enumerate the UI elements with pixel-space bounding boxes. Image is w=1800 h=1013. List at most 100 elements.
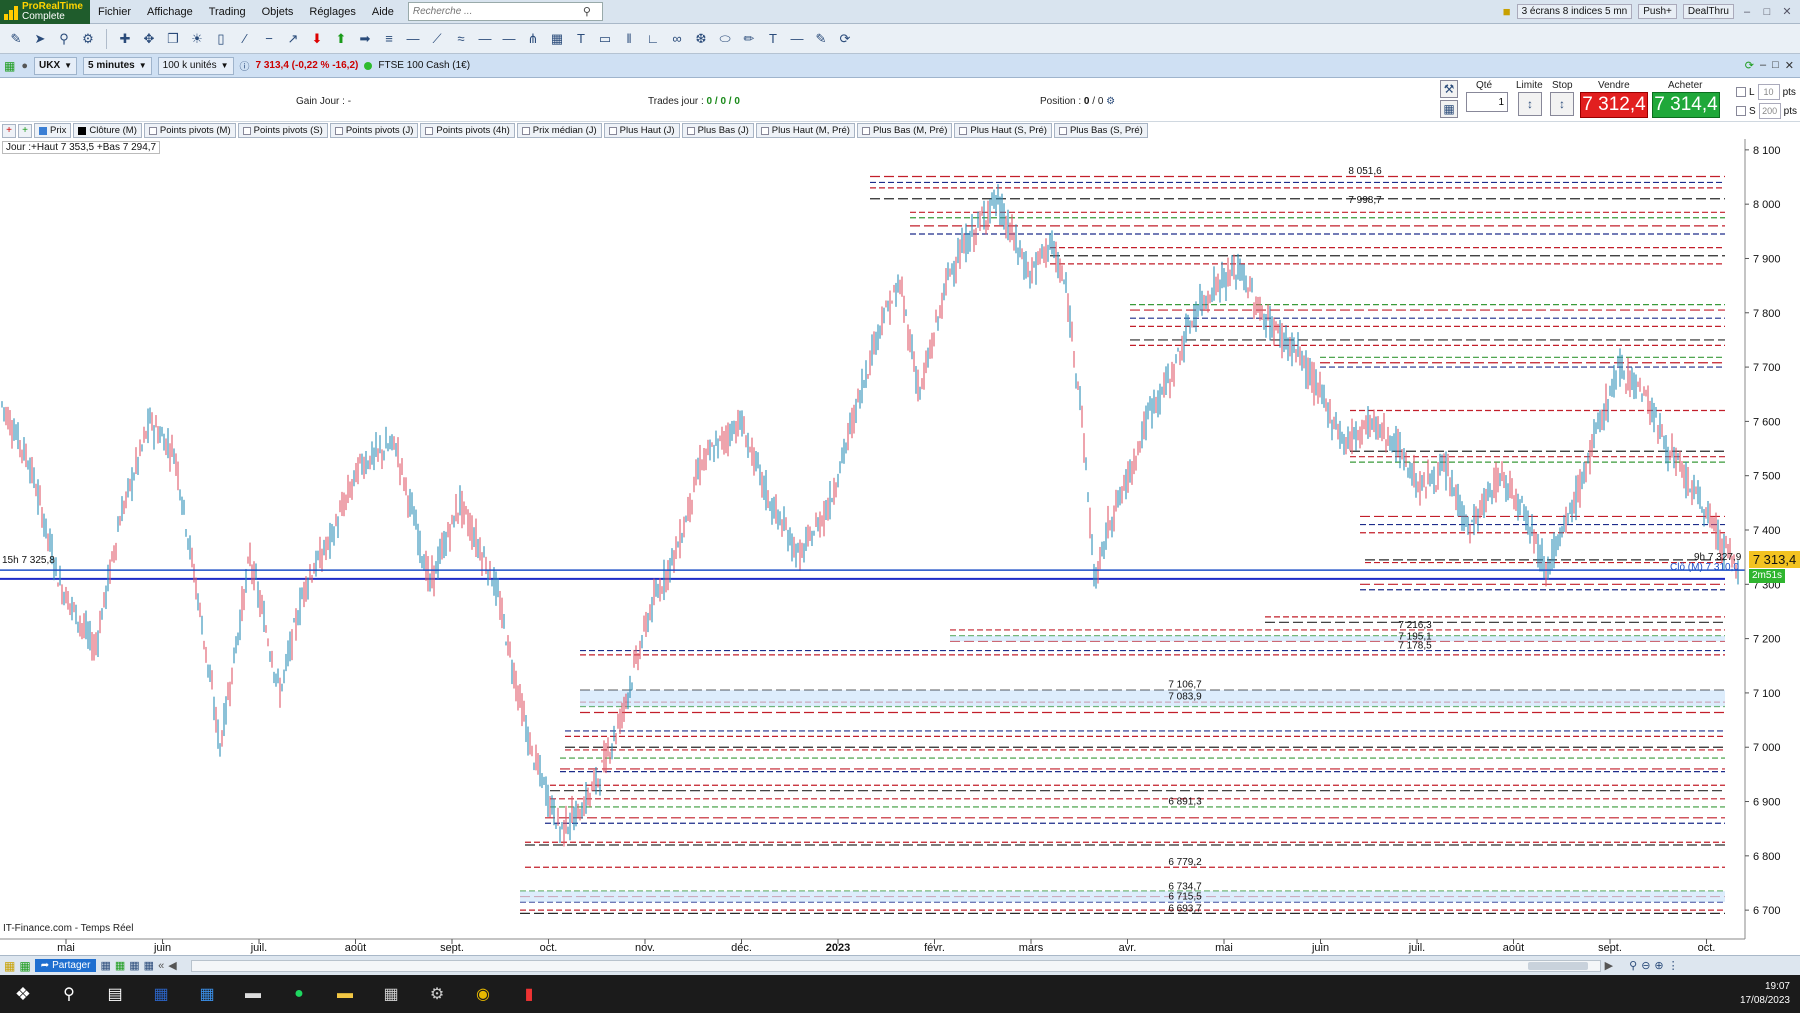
link-icon[interactable]: ▦ (4, 59, 15, 73)
chart-canvas[interactable]: 8 051,67 998,77 216,37 195,17 178,57 106… (0, 139, 1800, 955)
order-line-icon[interactable]: ✎ (811, 29, 831, 49)
indicator-checkbox[interactable] (686, 126, 695, 135)
folder-icon[interactable]: ▬ (322, 975, 368, 1013)
search-input[interactable] (412, 6, 583, 17)
zoom-fit-icon[interactable]: ⚲ (1629, 959, 1637, 972)
cycle-icon[interactable]: ∞ (667, 29, 687, 49)
export-icon[interactable]: ▦ (144, 959, 154, 972)
level-line-icon[interactable]: — (787, 29, 807, 49)
sell-button[interactable]: 7 312,4 (1580, 92, 1648, 118)
qty-input[interactable] (1466, 92, 1508, 112)
indicator-checkbox[interactable] (608, 126, 617, 135)
calculator-icon[interactable]: ▦ (368, 975, 414, 1013)
indicator-color-swatch[interactable] (78, 126, 87, 135)
prorealtime-taskbar-icon[interactable]: ▮ (506, 975, 552, 1013)
trendline-icon[interactable]: ↗ (283, 29, 303, 49)
line-tool-icon[interactable]: ∕ (235, 29, 255, 49)
buy-button[interactable]: 7 314,4 (1652, 92, 1720, 118)
fibonacci-icon[interactable]: ≈ (451, 29, 471, 49)
ray-icon-2[interactable]: ― (499, 29, 519, 49)
rewind-icon[interactable]: « (158, 960, 164, 972)
indicator-chip[interactable]: Prix médian (J) (516, 123, 602, 138)
crosshair-icon[interactable]: ✚ (115, 29, 135, 49)
add-indicator-icon-2[interactable]: + (18, 123, 32, 138)
indicator-checkbox[interactable] (425, 126, 434, 135)
short-pts-input[interactable]: 200 (1758, 103, 1781, 119)
brush-icon[interactable]: ✏ (739, 29, 759, 49)
position-settings-icon[interactable]: ⚙ (1106, 96, 1115, 107)
indicator-chip[interactable]: Points pivots (S) (237, 123, 328, 138)
indicator-chip[interactable]: Clôture (M) (73, 123, 142, 138)
minimize-icon[interactable]: – (1740, 6, 1754, 18)
ellipse-icon[interactable]: ⬭ (715, 29, 735, 49)
chrome-icon[interactable]: ◉ (460, 975, 506, 1013)
trash-icon[interactable]: ▯ (211, 29, 231, 49)
chart-minimize-icon[interactable]: – (1760, 59, 1766, 72)
share-button[interactable]: ➦ Partager (34, 959, 97, 972)
indicator-checkbox[interactable] (521, 126, 530, 135)
lock-icon[interactable]: ● (21, 60, 28, 72)
limit-order-button[interactable]: ↕ (1518, 92, 1542, 116)
scrollbar-thumb[interactable] (1527, 961, 1588, 970)
regression-icon[interactable]: ∟ (643, 29, 663, 49)
indicator-chip[interactable]: Points pivots (4h) (420, 123, 515, 138)
table-icon[interactable]: ▦ (115, 959, 125, 972)
spotify-icon[interactable]: ● (276, 975, 322, 1013)
push-button[interactable]: Push+ (1638, 4, 1677, 19)
chart-close-icon[interactable]: ✕ (1785, 59, 1794, 72)
chart-scrollbar[interactable] (190, 959, 1601, 972)
files-icon[interactable]: ▬ (230, 975, 276, 1013)
arrow-up-icon[interactable]: ⬆ (331, 29, 351, 49)
search-icon[interactable]: ⚲ (46, 975, 92, 1013)
magnifier-icon[interactable]: ⚲ (54, 29, 74, 49)
layout-icon[interactable]: ▦ (100, 959, 110, 972)
indicator-chip[interactable]: Plus Haut (S, Pré) (954, 123, 1052, 138)
move-icon[interactable]: ✥ (139, 29, 159, 49)
ruler-icon[interactable]: ⚙ (78, 29, 98, 49)
indicator-checkbox[interactable] (334, 126, 343, 135)
price-chart[interactable]: 8 051,6 7 998,7 7 216,3 7 195,1 7 178,5 7 106… (0, 139, 1800, 954)
indicator-chip[interactable]: Points pivots (M) (143, 123, 236, 138)
workspace-icon[interactable]: ■ (1503, 4, 1511, 19)
task-view-icon[interactable]: ▤ (92, 975, 138, 1013)
indicator-chip[interactable]: Points pivots (J) (329, 123, 419, 138)
indicator-checkbox[interactable] (148, 126, 157, 135)
text-icon[interactable]: T (571, 29, 591, 49)
indicator-checkbox[interactable] (242, 126, 251, 135)
windows-start-icon[interactable]: ❖ (0, 975, 46, 1013)
refresh-icon[interactable]: ⟳ (835, 29, 855, 49)
units-selector[interactable]: 100 k unités ▼ (157, 56, 234, 75)
app-icon[interactable]: ▦ (184, 975, 230, 1013)
stop-order-button[interactable]: ↕ (1550, 92, 1574, 116)
parallel-icon[interactable]: ‖ (619, 29, 639, 49)
indicator-icon[interactable]: ▦ (4, 959, 15, 973)
menu-trading[interactable]: Trading (201, 6, 254, 18)
alert-icon[interactable]: ☀ (187, 29, 207, 49)
menu-fichier[interactable]: Fichier (90, 6, 139, 18)
menu-reglages[interactable]: Réglages (301, 6, 363, 18)
indicator-checkbox[interactable] (1058, 126, 1067, 135)
indicator-chip[interactable]: Plus Bas (M, Pré) (856, 123, 953, 138)
print-icon[interactable]: ▦ (129, 959, 139, 972)
search-icon[interactable]: ⚲ (583, 5, 591, 18)
pitchfork-icon[interactable]: ⋔ (523, 29, 543, 49)
layout-selector[interactable]: 3 écrans 8 indices 5 mn (1516, 4, 1633, 19)
ticker-selector[interactable]: UKX ▼ (34, 56, 78, 75)
pencil-icon[interactable]: ✎ (6, 29, 26, 49)
dealthru-button[interactable]: DealThru (1682, 4, 1734, 19)
chart-maximize-icon[interactable]: □ (1772, 59, 1779, 72)
add-indicator-icon[interactable]: + (2, 123, 16, 138)
short-checkbox[interactable] (1736, 106, 1746, 116)
wrench-icon[interactable]: ⚒ (1440, 80, 1458, 98)
info-icon[interactable]: ⓘ (240, 58, 250, 73)
diagonal-line-icon[interactable]: ⟋ (427, 29, 447, 49)
scroll-right-icon[interactable]: ▶ (1605, 959, 1613, 972)
segment-icon[interactable]: − (259, 29, 279, 49)
pointer-icon[interactable]: ➤ (30, 29, 50, 49)
long-checkbox[interactable] (1736, 87, 1746, 97)
ray-icon[interactable]: ― (475, 29, 495, 49)
indicator-chip[interactable]: Prix (34, 123, 72, 138)
menu-aide[interactable]: Aide (364, 6, 402, 18)
scroll-left-icon[interactable]: ◀ (168, 959, 176, 972)
indicator-chip[interactable]: Plus Bas (J) (681, 123, 754, 138)
